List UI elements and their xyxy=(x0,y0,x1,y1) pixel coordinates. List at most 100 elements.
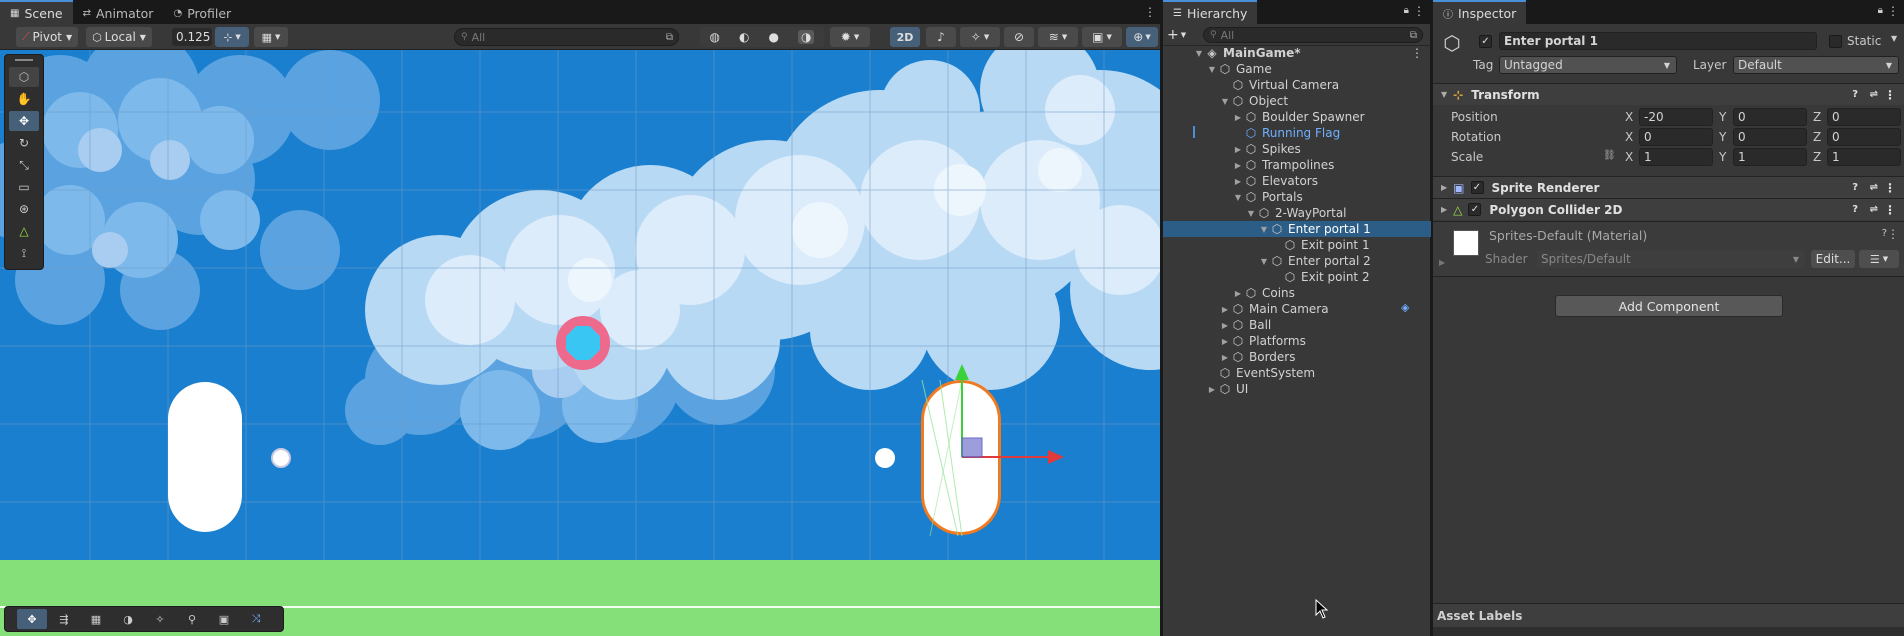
tab-inspector[interactable]: ⓘ Inspector xyxy=(1433,0,1527,24)
foldout-expanded-icon[interactable]: ▼ xyxy=(1258,257,1270,266)
tab-scene[interactable]: ▦ Scene xyxy=(0,0,73,24)
camera-gizmo-indicator[interactable]: ◈ xyxy=(1401,301,1419,315)
hierarchy-item[interactable]: ▶ ⬡ Main Camera xyxy=(1163,301,1431,317)
scale-tool-button[interactable]: ⤡ xyxy=(9,155,39,175)
inspector-more-icon[interactable]: ⋮ xyxy=(1887,4,1899,18)
scale-z-field[interactable]: 1 xyxy=(1827,148,1901,166)
scene-menu-icon[interactable]: ⋮ xyxy=(1411,46,1423,60)
overlay-effects-button[interactable]: ✧ xyxy=(145,609,175,629)
scene-search-field[interactable]: ⚲ All ⧉ xyxy=(454,28,679,46)
rotate-tool-button[interactable]: ↻ xyxy=(9,133,39,153)
hierarchy-item[interactable]: ▶ ⬡ Coins xyxy=(1163,285,1431,301)
hierarchy-item[interactable]: ▶ ⬡ UI xyxy=(1163,381,1431,397)
hierarchy-item[interactable]: ▶ ⬡ Elevators xyxy=(1163,173,1431,189)
tab-profiler[interactable]: ◔ Profiler xyxy=(163,2,241,24)
rect-tool-button[interactable]: ▭ xyxy=(9,177,39,197)
scene-viewport[interactable]: ⬡ ✋ ✥ ↻ ⤡ ▭ ⊛ △ ⟟ ✥ ⇶ ▦ ◑ ✧ ⚲ ▣ ⤨ xyxy=(0,50,1160,636)
hierarchy-item[interactable]: ⬡ Exit point 2 xyxy=(1163,269,1431,285)
hierarchy-item[interactable]: ⬡ Virtual Camera xyxy=(1163,77,1431,93)
hierarchy-item[interactable]: ▼ ⬡ Enter portal 2 xyxy=(1163,253,1431,269)
foldout-expanded-icon[interactable]: ▼ xyxy=(1232,193,1244,202)
scale-x-field[interactable]: 1 xyxy=(1639,148,1713,166)
asset-labels-bar[interactable]: Asset Labels xyxy=(1433,603,1904,627)
tab-animator[interactable]: ⇄ Animator xyxy=(73,2,164,24)
draw-mode-button[interactable]: ◍ ◐ ● ◑ xyxy=(700,27,824,47)
enter-portal-2-sprite[interactable] xyxy=(168,382,242,532)
running-flag-sprite[interactable] xyxy=(556,316,610,370)
hand-tool-button[interactable]: ✋ xyxy=(9,89,39,109)
visibility-button[interactable]: ⊘ xyxy=(1004,27,1034,47)
foldout-expanded-icon[interactable]: ▼ xyxy=(1206,65,1218,74)
position-y-field[interactable]: 0 xyxy=(1733,108,1807,126)
sprite-renderer-enabled-checkbox[interactable]: ✓ xyxy=(1470,181,1484,194)
help-icon[interactable]: ? xyxy=(1852,204,1858,215)
polygon-collider-header[interactable]: ▶ △ ✓ Polygon Collider 2D ? ⇌ ⋮ xyxy=(1433,198,1904,220)
component-menu-icon[interactable]: ⋮ xyxy=(1884,181,1896,195)
scale-y-field[interactable]: 1 xyxy=(1733,148,1807,166)
pivot-dropdown[interactable]: ⟋ Pivot ▼ xyxy=(16,27,78,47)
tag-dropdown[interactable]: Untagged ▼ xyxy=(1499,56,1677,74)
gizmos-button[interactable]: ⊕ ▼ xyxy=(1126,27,1158,47)
overlay-grid-button[interactable]: ▦ xyxy=(81,609,111,629)
preset-icon[interactable]: ⇌ xyxy=(1870,89,1878,100)
foldout-collapsed-icon[interactable]: ▶ xyxy=(1232,177,1244,186)
lock-icon[interactable]: 🔒︎ xyxy=(1878,5,1883,16)
overlay-shading-button[interactable]: ◑ xyxy=(113,609,143,629)
effects-button[interactable]: ✧ ▼ xyxy=(960,27,1000,47)
overlay-drag-handle[interactable] xyxy=(5,55,43,65)
overlay-align-button[interactable]: ⇶ xyxy=(49,609,79,629)
sprite-renderer-header[interactable]: ▶ ▣ ✓ Sprite Renderer ? ⇌ ⋮ xyxy=(1433,176,1904,198)
debug-draw-button[interactable]: ✹ ▼ xyxy=(830,27,870,47)
foldout-collapsed-icon[interactable]: ▶ xyxy=(1219,353,1231,362)
foldout-expanded-icon[interactable]: ▼ xyxy=(1193,49,1205,58)
grid-snap-field[interactable]: 0.125 xyxy=(172,28,212,46)
audio-toggle-button[interactable]: ♪ xyxy=(926,27,956,47)
rotation-z-field[interactable]: 0 xyxy=(1827,128,1901,146)
component-menu-icon[interactable]: ⋮ xyxy=(1884,203,1896,217)
exit-point-1-marker[interactable] xyxy=(875,448,895,468)
object-name-field[interactable]: Enter portal 1 xyxy=(1499,32,1817,50)
hierarchy-item[interactable]: ▼ ⬡ Enter portal 1 xyxy=(1163,221,1431,237)
foldout-expanded-icon[interactable]: ▼ xyxy=(1219,97,1231,106)
exit-point-2-marker[interactable] xyxy=(271,448,291,468)
active-checkbox[interactable]: ✓ xyxy=(1479,35,1492,48)
overlay-move-button[interactable]: ✥ xyxy=(17,609,47,629)
hierarchy-item[interactable]: ▶ ⬡ Spikes xyxy=(1163,141,1431,157)
preset-icon[interactable]: ⇌ xyxy=(1870,204,1878,215)
transform-tool-button[interactable]: ⊛ xyxy=(9,199,39,219)
move-tool-button[interactable]: ✥ xyxy=(9,111,39,131)
preset-icon[interactable]: ⇌ xyxy=(1870,182,1878,193)
component-menu-icon[interactable]: ⋮ xyxy=(1884,88,1896,102)
foldout-collapsed-icon[interactable]: ▶ xyxy=(1219,321,1231,330)
add-component-button[interactable]: Add Component xyxy=(1555,295,1783,317)
position-z-field[interactable]: 0 xyxy=(1827,108,1901,126)
foldout-collapsed-icon[interactable]: ▶ xyxy=(1232,289,1244,298)
foldout-expanded-icon[interactable]: ▼ xyxy=(1245,209,1257,218)
space-dropdown[interactable]: ⬡ Local ▼ xyxy=(86,27,152,47)
layer-dropdown[interactable]: Default ▼ xyxy=(1733,56,1899,74)
polygon-collider-enabled-checkbox[interactable]: ✓ xyxy=(1468,203,1482,216)
hierarchy-item[interactable]: ▶ ⬡ Platforms xyxy=(1163,333,1431,349)
overlay-camera-button[interactable]: ▣ xyxy=(209,609,239,629)
shader-edit-button[interactable]: Edit... xyxy=(1811,250,1855,268)
foldout-collapsed-icon[interactable]: ▶ xyxy=(1232,113,1244,122)
help-icon[interactable]: ? xyxy=(1852,89,1858,100)
hierarchy-item[interactable]: ▼ ⬡ Game xyxy=(1163,61,1431,77)
collider-edit-button[interactable]: △ xyxy=(9,221,39,241)
view-tool-button[interactable]: ⬡ xyxy=(9,67,39,87)
foldout-collapsed-icon[interactable]: ▶ xyxy=(1219,337,1231,346)
camera-button[interactable]: ▣ ▼ xyxy=(1082,27,1122,47)
move-gizmo[interactable] xyxy=(900,360,1100,560)
overlay-search-button[interactable]: ⚲ xyxy=(177,609,207,629)
hierarchy-item[interactable]: ▶ ⬡ Borders xyxy=(1163,349,1431,365)
overlay-shuffle-button[interactable]: ⤨ xyxy=(241,609,271,629)
hierarchy-item[interactable]: ▶ ⬡ Trampolines xyxy=(1163,157,1431,173)
hierarchy-item[interactable]: ▶ ⬡ Ball xyxy=(1163,317,1431,333)
hierarchy-search-field[interactable]: ⚲ All ⧉ xyxy=(1203,27,1423,43)
hierarchy-item[interactable]: ▶ ⬡ Boulder Spawner xyxy=(1163,109,1431,125)
hierarchy-item[interactable]: ⬡ EventSystem xyxy=(1163,365,1431,381)
shader-options-button[interactable]: ☰ ▼ xyxy=(1859,250,1899,268)
hierarchy-more-icon[interactable]: ⋮ xyxy=(1413,4,1425,18)
foldout-arrow-icon[interactable]: ▶ xyxy=(1439,258,1445,267)
component-menu-icon[interactable]: ⋮ xyxy=(1887,227,1899,241)
